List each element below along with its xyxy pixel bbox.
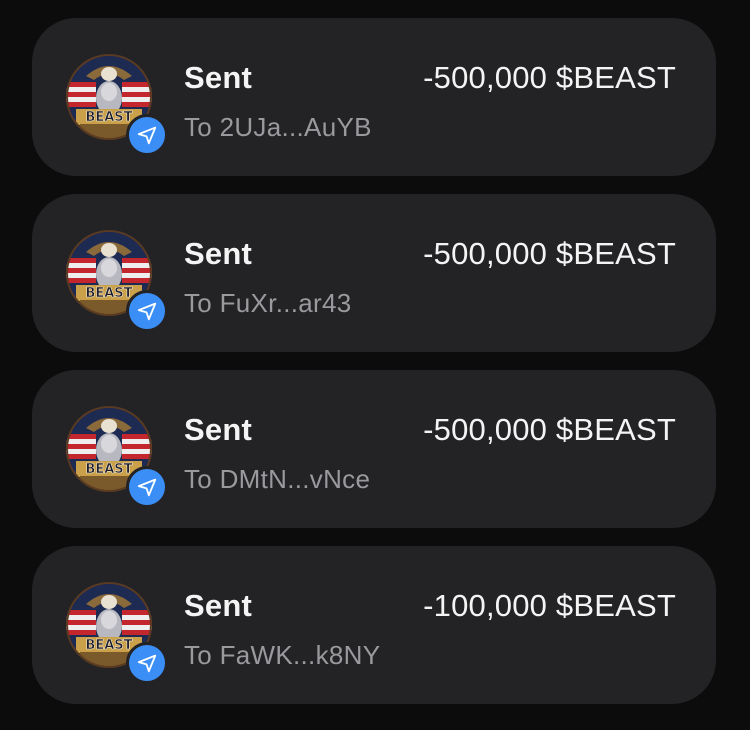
- token-avatar: BEAST: [66, 582, 168, 684]
- transaction-row[interactable]: BEAST Sent To FaWK...k8NY -100,000 $BEAS…: [32, 546, 716, 704]
- transaction-title: Sent: [184, 236, 252, 271]
- send-arrow-icon: [137, 126, 157, 145]
- transaction-title: Sent: [184, 412, 252, 447]
- transaction-amount: -100,000 $BEAST: [423, 588, 676, 623]
- transaction-recipient: To DMtN...vNce: [184, 464, 371, 494]
- transaction-amount: -500,000 $BEAST: [423, 236, 676, 271]
- transaction-row[interactable]: BEAST Sent To DMtN...vNce -500,000 $BEAS…: [32, 370, 716, 528]
- transaction-recipient: To FaWK...k8NY: [184, 640, 381, 670]
- transaction-recipient: To 2UJa...AuYB: [184, 112, 372, 142]
- send-arrow-icon: [137, 302, 157, 321]
- send-badge: [126, 114, 168, 156]
- transaction-row[interactable]: BEAST Sent To FuXr...ar43 -500,000 $BEAS…: [32, 194, 716, 352]
- send-badge: [126, 290, 168, 332]
- transaction-amount: -500,000 $BEAST: [423, 60, 676, 95]
- send-badge: [126, 642, 168, 684]
- send-arrow-icon: [137, 654, 157, 673]
- transaction-list: BEAST Sent To 2UJa...AuYB -500,000 $BEAS…: [0, 0, 750, 730]
- transaction-recipient: To FuXr...ar43: [184, 288, 352, 318]
- token-avatar: BEAST: [66, 406, 168, 508]
- svg-text:BEAST: BEAST: [85, 110, 132, 125]
- send-badge: [126, 466, 168, 508]
- token-avatar: BEAST: [66, 54, 168, 156]
- transaction-title: Sent: [184, 588, 252, 623]
- svg-text:BEAST: BEAST: [85, 638, 132, 653]
- transaction-amount: -500,000 $BEAST: [423, 412, 676, 447]
- send-arrow-icon: [137, 478, 157, 497]
- transaction-row[interactable]: BEAST Sent To 2UJa...AuYB -500,000 $BEAS…: [32, 18, 716, 176]
- transaction-title: Sent: [184, 60, 252, 95]
- svg-text:BEAST: BEAST: [85, 462, 132, 477]
- svg-text:BEAST: BEAST: [85, 286, 132, 301]
- token-avatar: BEAST: [66, 230, 168, 332]
